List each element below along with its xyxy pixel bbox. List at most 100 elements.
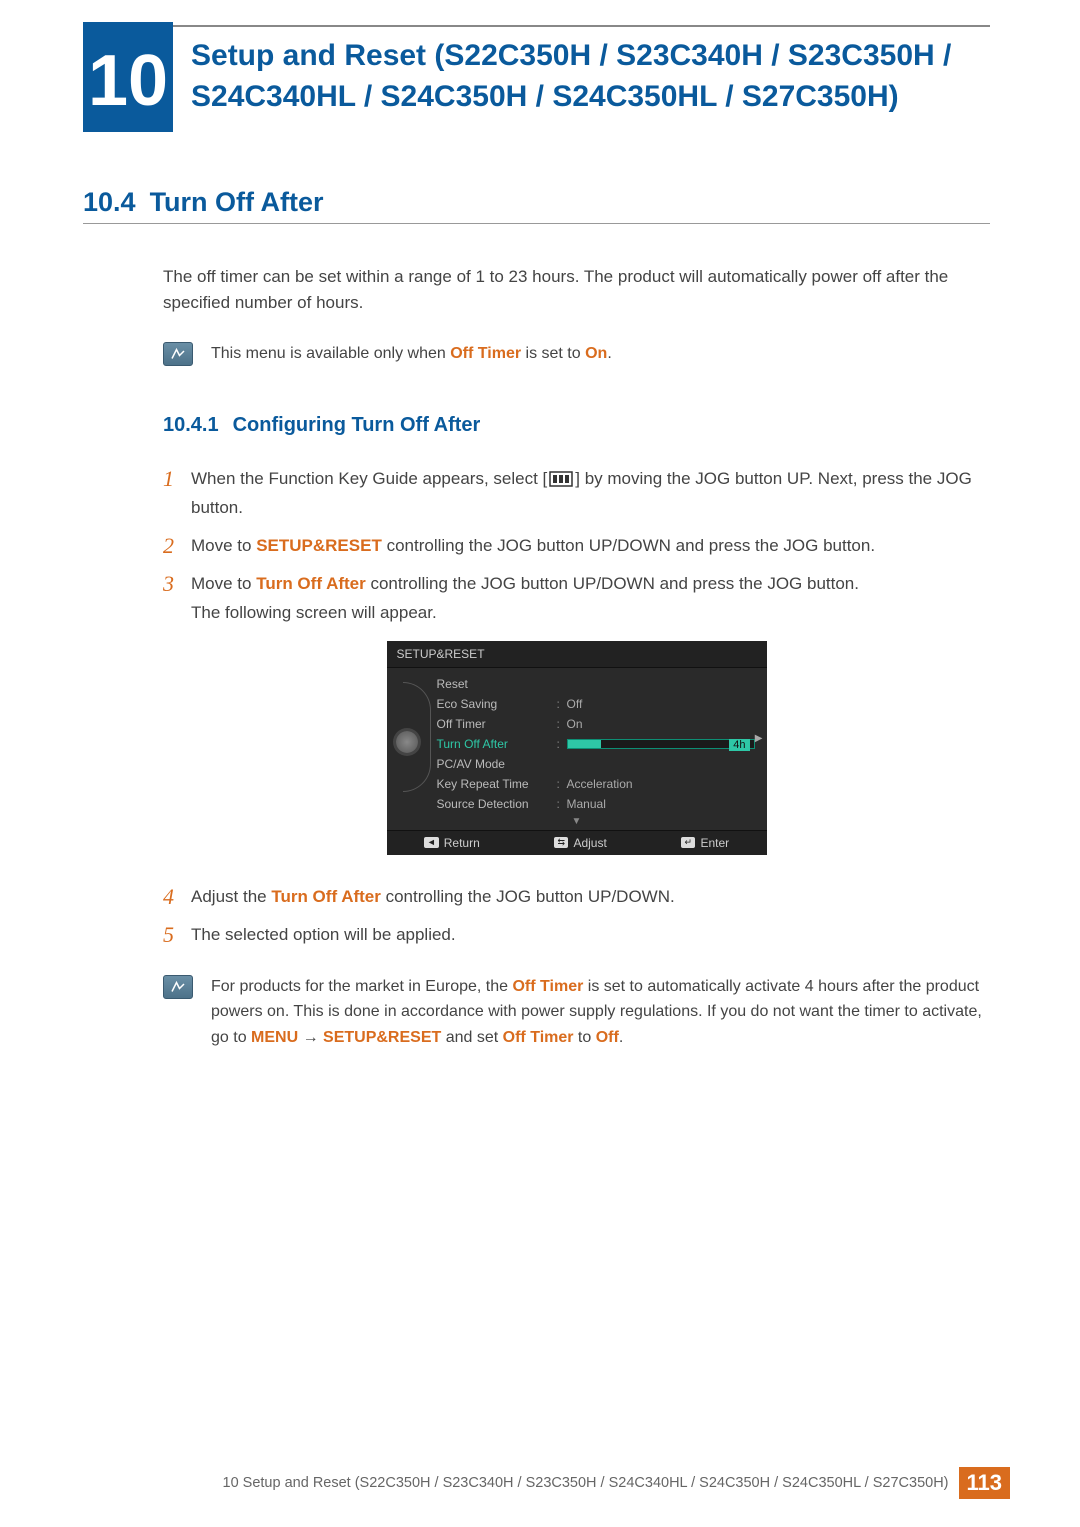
return-icon: ◄ <box>424 837 439 848</box>
osd-slider-bar: 4h <box>567 739 755 749</box>
note1-post: . <box>607 345 611 362</box>
step-num-1: 1 <box>163 465 191 494</box>
chapter-title: Setup and Reset (S22C350H / S23C340H / S… <box>191 36 990 117</box>
osd-adjust-label: Adjust <box>573 836 606 850</box>
osd-row: Source Detection:Manual <box>427 794 767 814</box>
osd-row-label: Off Timer <box>437 717 557 731</box>
osd-row: Eco Saving:Off <box>427 694 767 714</box>
enter-icon: ↵ <box>681 837 695 848</box>
step-3-text: Move to Turn Off After controlling the J… <box>191 570 859 626</box>
note-availability: This menu is available only when Off Tim… <box>163 341 990 367</box>
note2-text: For products for the market in Europe, t… <box>211 974 990 1051</box>
s4b: controlling the JOG button UP/DOWN. <box>381 887 675 906</box>
osd-row-label: Source Detection <box>437 797 557 811</box>
note-europe: For products for the market in Europe, t… <box>163 974 990 1051</box>
osd-row-label: PC/AV Mode <box>437 757 557 771</box>
footer-page-number: 113 <box>959 1467 1011 1499</box>
note1-em2: On <box>585 345 607 362</box>
menu-grid-icon <box>549 466 573 494</box>
section-intro: The off timer can be set within a range … <box>163 264 990 317</box>
osd-row-value: Off <box>567 697 583 711</box>
s2b: controlling the JOG button UP/DOWN and p… <box>382 536 875 555</box>
osd-row-label: Turn Off After <box>437 737 557 751</box>
subsection-title: Configuring Turn Off After <box>233 414 481 436</box>
osd-return: ◄ Return <box>424 836 480 850</box>
chapter-header: 10 Setup and Reset (S22C350H / S23C340H … <box>83 22 990 132</box>
section-number: 10.4 <box>83 187 136 218</box>
n2em4: Off Timer <box>503 1029 574 1046</box>
footer-text: 10 Setup and Reset (S22C350H / S23C340H … <box>223 1475 949 1491</box>
n2em5: Off <box>596 1029 619 1046</box>
step-num-5: 5 <box>163 921 191 950</box>
osd-return-label: Return <box>444 836 480 850</box>
s1a: When the Function Key Guide appears, sel… <box>191 469 547 488</box>
osd-panel: SETUP&RESET ResetEco Saving:OffOff Timer… <box>387 641 767 855</box>
osd-row-label: Reset <box>437 677 557 691</box>
n2em3: SETUP&RESET <box>323 1029 441 1046</box>
osd-colon: : <box>557 697 567 711</box>
osd-row-value: On <box>567 717 583 731</box>
subsection-number: 10.4.1 <box>163 414 219 436</box>
step-4: 4 Adjust the Turn Off After controlling … <box>163 883 990 912</box>
section-heading: 10.4 Turn Off After <box>83 187 990 224</box>
osd-row-label: Key Repeat Time <box>437 777 557 791</box>
s3a: Move to <box>191 574 256 593</box>
osd-colon: : <box>557 717 567 731</box>
osd-row: PC/AV Mode <box>427 754 767 774</box>
s2em: SETUP&RESET <box>256 536 382 555</box>
osd-title: SETUP&RESET <box>387 641 767 668</box>
osd-row-label: Eco Saving <box>437 697 557 711</box>
osd-row: Key Repeat Time:Acceleration <box>427 774 767 794</box>
note-icon <box>163 975 193 999</box>
osd-enter: ↵ Enter <box>681 836 729 850</box>
note1-mid: is set to <box>521 345 585 362</box>
step-2-text: Move to SETUP&RESET controlling the JOG … <box>191 532 875 560</box>
s3b: controlling the JOG button UP/DOWN and p… <box>366 574 859 593</box>
chapter-number: 10 <box>83 22 173 132</box>
step-1-text: When the Function Key Guide appears, sel… <box>191 465 990 522</box>
osd-adjust: ⇆ Adjust <box>554 836 606 850</box>
osd-footer: ◄ Return ⇆ Adjust ↵ Enter <box>387 830 767 855</box>
n2t1: For products for the market in Europe, t… <box>211 978 512 995</box>
osd-right-arrow-icon: ▶ <box>755 733 763 744</box>
step-1: 1 When the Function Key Guide appears, s… <box>163 465 990 522</box>
note1-pre: This menu is available only when <box>211 345 450 362</box>
osd-row-value: Acceleration <box>567 777 633 791</box>
step-5-text: The selected option will be applied. <box>191 921 456 949</box>
section-title: Turn Off After <box>150 187 324 217</box>
n2t3: and set <box>441 1029 502 1046</box>
arrow-icon: → <box>298 1029 323 1046</box>
osd-menu: ResetEco Saving:OffOff Timer:OnTurn Off … <box>427 668 767 816</box>
osd-enter-label: Enter <box>700 836 729 850</box>
note1-em1: Off Timer <box>450 345 521 362</box>
step-4-text: Adjust the Turn Off After controlling th… <box>191 883 675 911</box>
osd-sidebar <box>387 668 427 816</box>
n2t4: to <box>573 1029 595 1046</box>
osd-slider-value: 4h <box>729 739 749 751</box>
n2em1: Off Timer <box>512 978 583 995</box>
step-num-4: 4 <box>163 883 191 912</box>
osd-colon: : <box>557 737 567 751</box>
page-footer: 10 Setup and Reset (S22C350H / S23C340H … <box>0 1467 1080 1499</box>
osd-colon: : <box>557 777 567 791</box>
osd-row: Reset <box>427 674 767 694</box>
n2t5: . <box>619 1029 623 1046</box>
adjust-icon: ⇆ <box>554 837 568 848</box>
step-num-2: 2 <box>163 532 191 561</box>
steps-list: 1 When the Function Key Guide appears, s… <box>163 465 990 626</box>
osd-row: Turn Off After: 4h <box>427 734 767 754</box>
osd-slider: 4h <box>567 739 755 749</box>
osd-colon: : <box>557 797 567 811</box>
note-text: This menu is available only when Off Tim… <box>211 341 612 367</box>
note-icon <box>163 342 193 366</box>
step-num-3: 3 <box>163 570 191 599</box>
osd-row: Off Timer:On <box>427 714 767 734</box>
osd-screenshot: SETUP&RESET ResetEco Saving:OffOff Timer… <box>163 641 990 855</box>
s4em: Turn Off After <box>271 887 381 906</box>
step-5: 5 The selected option will be applied. <box>163 921 990 950</box>
s3em: Turn Off After <box>256 574 366 593</box>
s3c: The following screen will appear. <box>191 603 437 622</box>
step-2: 2 Move to SETUP&RESET controlling the JO… <box>163 532 990 561</box>
osd-slider-fill <box>568 740 601 748</box>
step-3: 3 Move to Turn Off After controlling the… <box>163 570 990 626</box>
